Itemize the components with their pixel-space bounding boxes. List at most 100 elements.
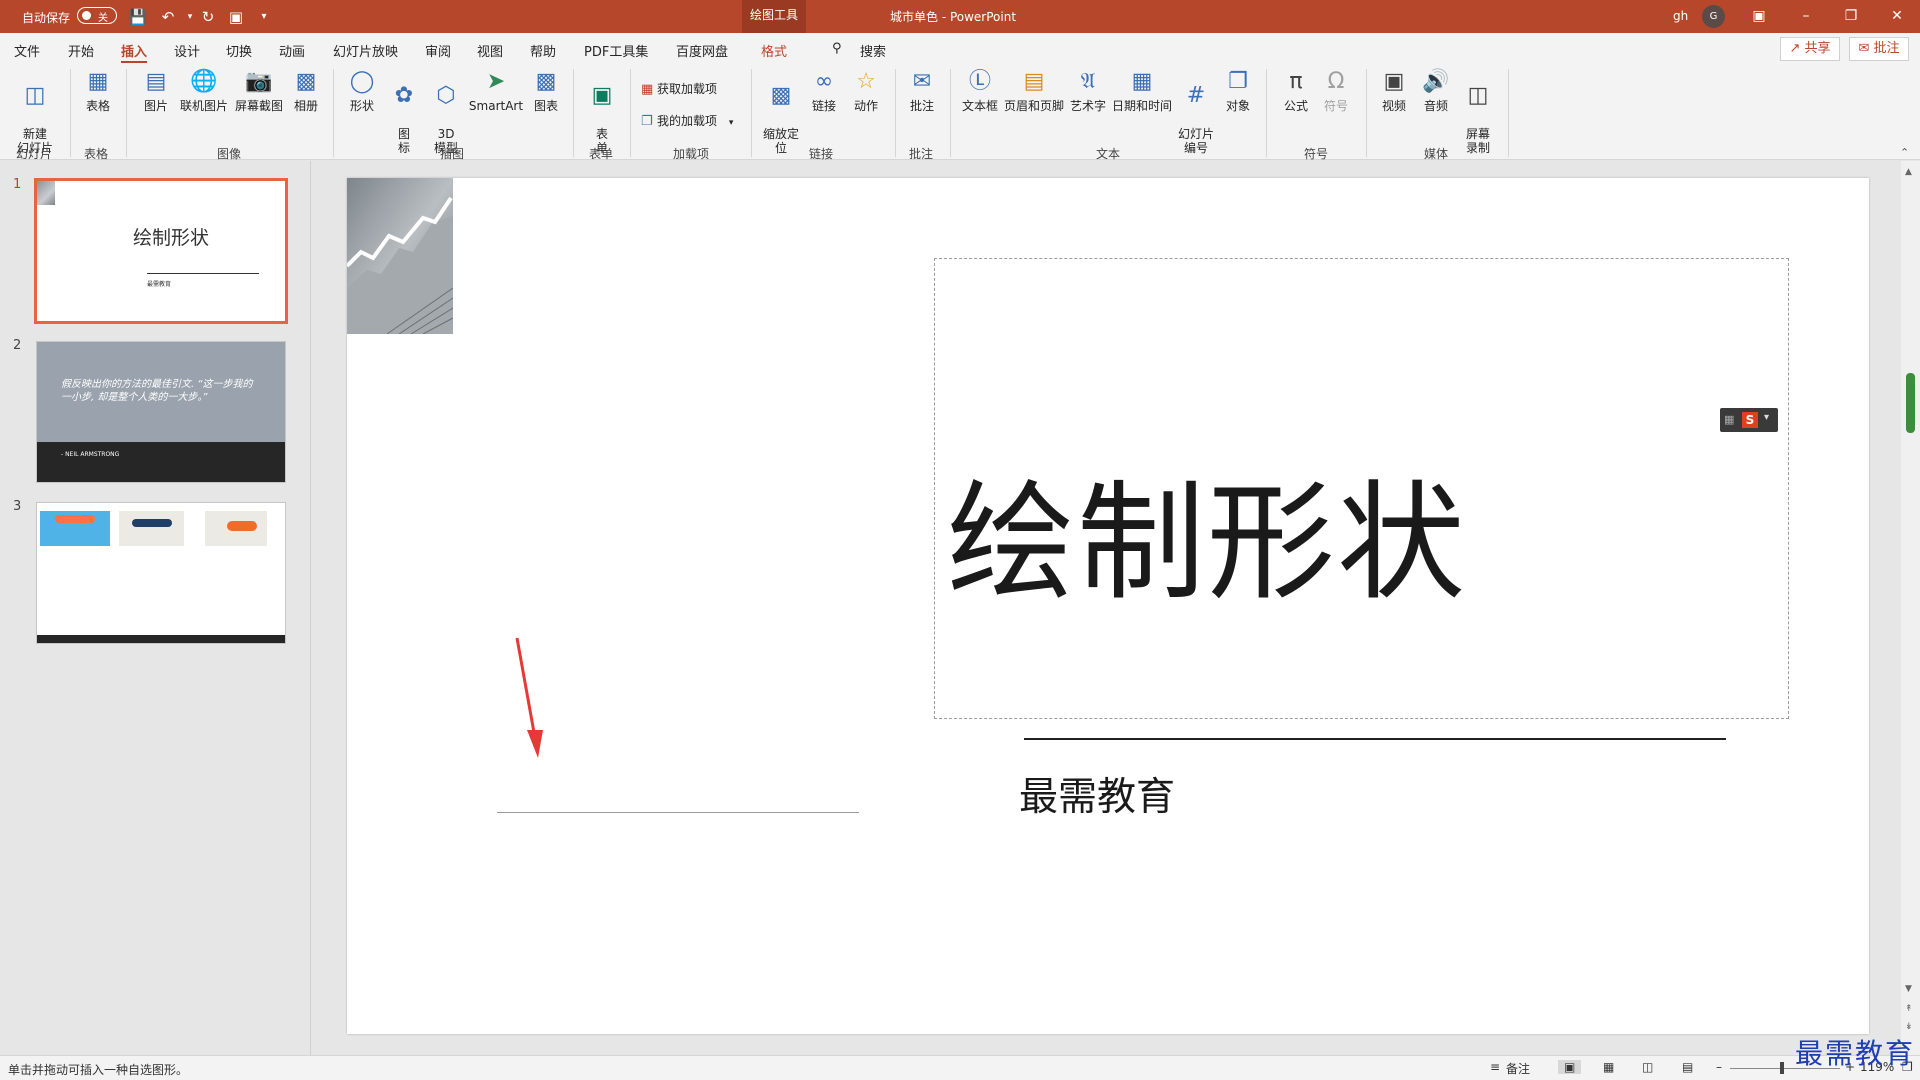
tab-home[interactable]: 开始 bbox=[68, 41, 94, 60]
share-icon: ↗ bbox=[1789, 41, 1805, 56]
user-name[interactable]: gh bbox=[1673, 9, 1688, 23]
slide-number-icon: # bbox=[1186, 83, 1206, 108]
album-button[interactable]: ▩ 相册 bbox=[286, 67, 326, 113]
tab-slideshow[interactable]: 幻灯片放映 bbox=[333, 41, 398, 60]
search-label[interactable]: 搜索 bbox=[860, 41, 886, 60]
group-label-text: 文本 bbox=[1096, 147, 1121, 161]
search-icon[interactable]: ⚲ bbox=[832, 41, 842, 56]
close-icon[interactable]: ✕ bbox=[1882, 4, 1912, 28]
audio-button[interactable]: 🔊 音频 bbox=[1416, 67, 1456, 113]
zoom-button[interactable]: ▩ 缩放定 位 bbox=[758, 67, 804, 155]
thumbnail-slide-2[interactable]: 假反映出你的方法的最佳引文. “这一步我的一小步, 却是整个人类的一大步。” -… bbox=[36, 341, 286, 483]
header-footer-button[interactable]: ▤ 页眉和页脚 bbox=[1002, 67, 1066, 113]
group-label-illustrations: 插图 bbox=[440, 147, 465, 161]
ribbon-display-icon[interactable]: ▣ bbox=[1744, 4, 1774, 28]
save-icon[interactable]: 💾 bbox=[128, 7, 148, 27]
avatar[interactable]: G bbox=[1702, 5, 1725, 28]
collapse-ribbon-icon[interactable]: ⌃ bbox=[1900, 146, 1909, 159]
slide-sorter-icon[interactable]: ▦ bbox=[1603, 1060, 1614, 1074]
scroll-up-icon[interactable]: ▲ bbox=[1905, 167, 1912, 177]
tab-review[interactable]: 审阅 bbox=[425, 41, 451, 60]
slide-number-button[interactable]: # 幻灯片 编号 bbox=[1174, 67, 1218, 155]
tab-file[interactable]: 文件 bbox=[14, 41, 40, 60]
pane-divider[interactable] bbox=[310, 161, 311, 1055]
object-button[interactable]: ❐ 对象 bbox=[1218, 67, 1258, 113]
thumbnail-slide-3[interactable] bbox=[36, 502, 286, 644]
redo-icon[interactable]: ↻ bbox=[198, 7, 218, 27]
shapes-button[interactable]: ◯ 形状 bbox=[342, 67, 382, 113]
tab-pdf-tools[interactable]: PDF工具集 bbox=[584, 41, 648, 60]
notes-icon[interactable]: ≡ bbox=[1490, 1060, 1500, 1074]
normal-view-icon[interactable]: ▣ bbox=[1558, 1060, 1582, 1074]
slide-canvas[interactable]: 绘制形状 最需教育 bbox=[347, 178, 1869, 1034]
chart-button[interactable]: ▩ 图表 bbox=[526, 67, 566, 113]
present-icon[interactable]: ▣ bbox=[226, 7, 246, 27]
title-placeholder[interactable]: 绘制形状 bbox=[934, 258, 1789, 719]
tab-animations[interactable]: 动画 bbox=[279, 41, 305, 60]
slide-subtitle[interactable]: 最需教育 bbox=[1019, 766, 1175, 822]
picture-label: 图片 bbox=[143, 99, 168, 113]
notes-button[interactable]: 备注 bbox=[1506, 1060, 1530, 1077]
title-underline[interactable] bbox=[1024, 738, 1726, 740]
smartart-button[interactable]: ➤ SmartArt bbox=[466, 67, 526, 113]
context-tab-drawing-tools[interactable]: 绘图工具 bbox=[742, 0, 806, 33]
symbol-button[interactable]: Ω 符号 bbox=[1316, 67, 1356, 113]
group-separator bbox=[1366, 69, 1367, 157]
icons-button[interactable]: ✿ 图 标 bbox=[384, 67, 424, 155]
datetime-button[interactable]: ▦ 日期和时间 bbox=[1110, 67, 1174, 113]
drawn-line-shape[interactable] bbox=[497, 812, 859, 813]
tab-insert[interactable]: 插入 bbox=[121, 41, 148, 64]
comments-button[interactable]: ✉ 批注 bbox=[1849, 37, 1909, 61]
ime-toolbar[interactable]: ▦ S ▾ bbox=[1720, 408, 1778, 432]
screenshot-button[interactable]: 📷 屏幕截图 bbox=[232, 67, 286, 113]
new-slide-button[interactable]: ◫ 新建 幻灯片 bbox=[8, 67, 62, 155]
previous-slide-icon[interactable]: ↟ bbox=[1905, 1004, 1913, 1014]
group-separator bbox=[573, 69, 574, 157]
zoom-slider-thumb[interactable] bbox=[1780, 1062, 1784, 1074]
textbox-button[interactable]: Ⓛ 文本框 bbox=[958, 67, 1002, 113]
scroll-down-icon[interactable]: ▼ bbox=[1905, 984, 1912, 994]
screen-recording-button[interactable]: ◫ 屏幕 录制 bbox=[1458, 67, 1498, 155]
zoom-out-icon[interactable]: – bbox=[1716, 1060, 1722, 1074]
tab-design[interactable]: 设计 bbox=[174, 41, 200, 60]
thumbnail-slide-1[interactable]: 绘制形状 最需教育 bbox=[34, 178, 288, 324]
get-addins-button[interactable]: ▦ 获取加载项 bbox=[641, 80, 717, 97]
tab-help[interactable]: 帮助 bbox=[530, 41, 556, 60]
restore-icon[interactable]: ❐ bbox=[1836, 4, 1866, 28]
header-footer-icon: ▤ bbox=[1023, 69, 1045, 94]
action-button[interactable]: ☆ 动作 bbox=[846, 67, 886, 113]
tab-view[interactable]: 视图 bbox=[477, 41, 503, 60]
next-slide-icon[interactable]: ↡ bbox=[1905, 1022, 1913, 1032]
thumbnail-rule bbox=[147, 273, 259, 274]
chevron-down-icon: ▾ bbox=[728, 118, 734, 128]
slideshow-icon[interactable]: ▤ bbox=[1682, 1060, 1693, 1074]
object-icon: ❐ bbox=[1228, 69, 1248, 94]
video-button[interactable]: ▣ 视频 bbox=[1374, 67, 1414, 113]
autosave-toggle[interactable]: 关 bbox=[77, 7, 117, 24]
group-label-tables: 表格 bbox=[84, 147, 109, 161]
my-addins-button[interactable]: ❐ 我的加载项 ▾ bbox=[641, 112, 733, 129]
slide-title[interactable]: 绘制形状 bbox=[947, 439, 1467, 624]
equation-button[interactable]: π 公式 bbox=[1276, 67, 1316, 113]
group-separator bbox=[950, 69, 951, 157]
online-picture-button[interactable]: 🌐 联机图片 bbox=[176, 67, 232, 113]
tab-baidu-netdisk[interactable]: 百度网盘 bbox=[676, 41, 728, 60]
minimize-icon[interactable]: – bbox=[1791, 4, 1821, 28]
link-button[interactable]: ∞ 链接 bbox=[804, 67, 844, 113]
group-label-addins: 加载项 bbox=[673, 147, 710, 161]
undo-icon[interactable]: ↶ bbox=[158, 7, 178, 27]
insert-comment-button[interactable]: ✉ 批注 bbox=[902, 67, 942, 113]
tab-transitions[interactable]: 切换 bbox=[226, 41, 252, 60]
wordart-button[interactable]: 𝔄 艺术字 bbox=[1066, 67, 1110, 113]
forms-button[interactable]: ▣ 表 单 bbox=[582, 67, 622, 155]
table-button[interactable]: ▦ 表格 bbox=[78, 67, 118, 113]
tab-format[interactable]: 格式 bbox=[761, 41, 787, 60]
undo-dropdown-icon[interactable]: ▾ bbox=[180, 7, 200, 27]
picture-button[interactable]: ▤ 图片 bbox=[136, 67, 176, 113]
3d-model-button[interactable]: ⬡ 3D 模型 bbox=[426, 67, 466, 155]
vertical-scrollbar[interactable]: ▲ ▼ ↟ ↡ bbox=[1901, 161, 1920, 1055]
share-button[interactable]: ↗ 共享 bbox=[1780, 37, 1840, 61]
customize-qat-icon[interactable]: ▾ bbox=[254, 7, 274, 27]
scrollbar-thumb[interactable] bbox=[1906, 373, 1915, 433]
reading-view-icon[interactable]: ◫ bbox=[1642, 1060, 1653, 1074]
